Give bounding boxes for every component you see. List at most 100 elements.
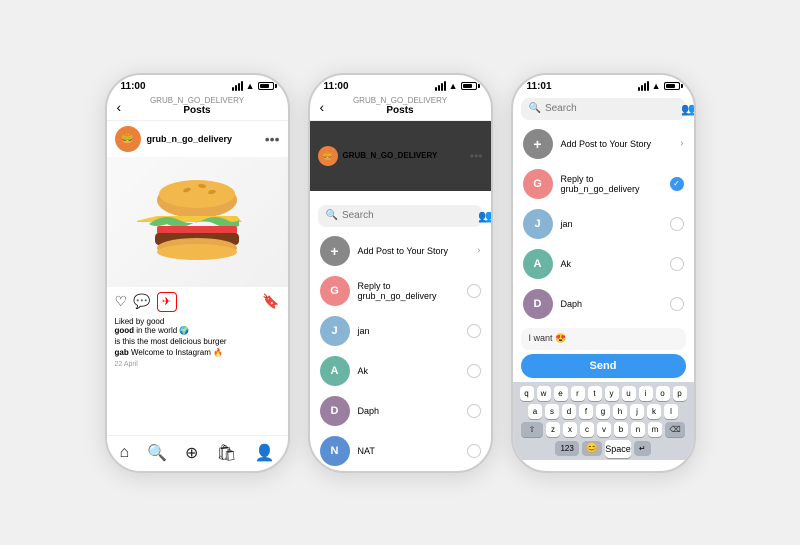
share-jan-avatar: J [320,316,350,346]
key-h[interactable]: h [613,404,627,419]
key-a[interactable]: a [528,404,542,419]
key-emoji[interactable]: 😊 [582,441,602,456]
signal-icon [232,81,243,91]
wifi-icon: ▲ [246,81,255,91]
right-radio-jan[interactable] [670,217,684,231]
share-search-input[interactable] [342,210,474,221]
radio-reply[interactable] [467,284,481,298]
share-item-jan[interactable]: J jan [310,311,491,351]
post-avatar: 🍔 [115,126,141,152]
key-f[interactable]: f [579,404,593,419]
key-j[interactable]: j [630,404,644,419]
right-story-label: Add Post to Your Story [561,139,673,149]
share-item-daph[interactable]: D Daph [310,391,491,431]
right-search-bar[interactable]: 🔍 👥 [521,98,686,120]
nav-search[interactable]: 🔍 [147,443,167,463]
share-ak-label: Ak [358,366,459,376]
kb-row-2: a s d f g h j k l [515,404,692,419]
nav-profile[interactable]: 👤 [255,443,275,463]
dark-more[interactable]: ••• [470,149,483,163]
key-w[interactable]: w [537,386,551,401]
nav-home[interactable]: ⌂ [119,444,129,462]
like-button[interactable]: ♡ [115,293,128,310]
comment-1: good in the world 🌍 [115,326,280,335]
more-options-button[interactable]: ••• [265,131,280,147]
right-reply-avatar: G [523,169,553,199]
key-r[interactable]: r [571,386,585,401]
burger-illustration [137,162,257,282]
key-z[interactable]: z [546,422,560,437]
bookmark-button[interactable]: 🔖 [262,293,279,310]
signal-icon-3 [638,81,649,91]
right-item-reply[interactable]: G Reply to grub_n_go_delivery [513,164,694,204]
key-n[interactable]: n [631,422,645,437]
radio-nat[interactable] [467,444,481,458]
key-p[interactable]: p [673,386,687,401]
key-backspace[interactable]: ⌫ [665,422,685,437]
right-radio-daph[interactable] [670,297,684,311]
share-button[interactable]: ✈ [157,292,177,312]
right-daph-label: Daph [561,299,662,309]
key-m[interactable]: m [648,422,662,437]
radio-daph[interactable] [467,404,481,418]
key-i[interactable]: i [639,386,653,401]
share-item-nat[interactable]: N NAT [310,431,491,471]
dark-post-image: 🍔 GRUB_N_GO_DELIVERY ••• [310,121,491,191]
key-l[interactable]: l [664,404,678,419]
commenter-2-text: Welcome to Instagram 🔥 [131,348,223,357]
share-daph-label: Daph [358,406,459,416]
commenter-1-name: good [115,326,135,335]
right-item-daph[interactable]: D Daph [513,284,694,324]
key-s[interactable]: s [545,404,559,419]
dark-avatar: 🍔 [318,146,338,166]
right-jan-label: jan [561,219,662,229]
right-search-input[interactable] [545,103,677,114]
comment-button[interactable]: 💬 [133,293,150,310]
key-u[interactable]: u [622,386,636,401]
key-d[interactable]: d [562,404,576,419]
key-b[interactable]: b [614,422,628,437]
key-y[interactable]: y [605,386,619,401]
right-item-story[interactable]: + Add Post to Your Story › [513,124,694,164]
share-item-reply[interactable]: G Reply to grub_n_go_delivery [310,271,491,311]
send-button-right[interactable]: Send [521,354,686,378]
key-k[interactable]: k [647,404,661,419]
status-time-1: 11:00 [121,81,146,92]
key-return[interactable]: ↵ [634,441,651,456]
back-button-2[interactable]: ‹ [320,99,325,115]
dark-user-row: 🍔 GRUB_N_GO_DELIVERY ••• [310,142,491,170]
liked-text: Liked by good [107,317,288,326]
right-item-jan[interactable]: J jan [513,204,694,244]
key-x[interactable]: x [563,422,577,437]
battery-icon-3 [664,82,680,90]
key-g[interactable]: g [596,404,610,419]
phone-feed: 11:00 ▲ GRUB_N_GO_DELIVERY Posts ‹ 🍔 gru… [105,73,290,473]
nav-shop[interactable]: 🛍 [216,443,236,463]
back-button[interactable]: ‹ [117,99,122,115]
right-ak-label: Ak [561,259,662,269]
wifi-icon-3: ▲ [652,81,661,91]
key-space[interactable]: Space [605,440,631,458]
post-username: grub_n_go_delivery [147,134,259,144]
key-c[interactable]: c [580,422,594,437]
radio-blue-check[interactable] [670,177,684,191]
radio-jan[interactable] [467,324,481,338]
key-q[interactable]: q [520,386,534,401]
right-radio-ak[interactable] [670,257,684,271]
share-item-ak[interactable]: A Ak [310,351,491,391]
key-t[interactable]: t [588,386,602,401]
battery-icon-2 [461,82,477,90]
key-v[interactable]: v [597,422,611,437]
key-o[interactable]: o [656,386,670,401]
message-input[interactable]: I want 😍 [521,328,686,350]
key-shift[interactable]: ⇧ [521,422,543,437]
share-search-bar[interactable]: 🔍 👥 [318,205,483,227]
nav-create[interactable]: ⊕ [185,443,198,463]
share-reply-label: Reply to grub_n_go_delivery [358,281,459,301]
share-item-story[interactable]: + Add Post to Your Story › [310,231,491,271]
share-item-celest[interactable]: C Celest [310,471,491,473]
key-123[interactable]: 123 [555,441,578,456]
right-item-ak[interactable]: A Ak [513,244,694,284]
key-e[interactable]: e [554,386,568,401]
radio-ak[interactable] [467,364,481,378]
